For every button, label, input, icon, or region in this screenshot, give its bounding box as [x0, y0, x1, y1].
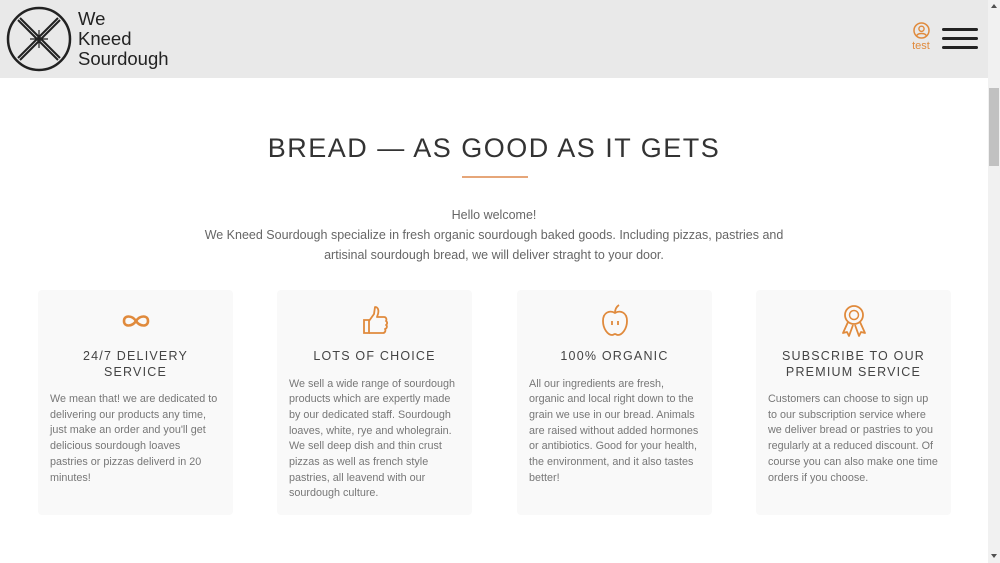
feature-text: All our ingredients are fresh, organic a… [529, 377, 699, 484]
apple-icon [601, 304, 628, 336]
account-button[interactable]: test [906, 22, 936, 52]
feature-card-delivery: 24/7 DELIVERY SERVICE We mean that! we a… [38, 290, 233, 515]
feature-card-organic: 100% ORGANIC All our ingredients are fre… [517, 290, 712, 515]
feature-text: We mean that! we are dedicated to delive… [50, 393, 218, 484]
feature-title: 100% ORGANIC [560, 349, 669, 363]
feature-card-choice: LOTS OF CHOICE We sell a wide range of s… [277, 290, 472, 515]
feature-title: 24/7 DELIVERY SERVICE [82, 349, 188, 379]
user-icon [912, 22, 930, 39]
intro-text: Hello welcome! We Kneed Sourdough specia… [190, 205, 798, 265]
page-title: BREAD — AS GOOD AS IT GETS [267, 133, 721, 163]
feature-text: We sell a wide range of sourdough produc… [289, 377, 456, 500]
infinity-icon [122, 315, 149, 327]
feature-title: LOTS OF CHOICE [313, 349, 436, 363]
feature-text: Customers can choose to sign up to our s… [768, 393, 938, 484]
brand-line-2: Kneed [78, 28, 132, 49]
intro-description: We Kneed Sourdough specialize in fresh o… [204, 228, 784, 262]
menu-icon[interactable] [942, 28, 978, 52]
intro-greeting: Hello welcome! [451, 208, 537, 222]
award-ribbon-icon [841, 305, 866, 337]
scroll-down-arrow-icon[interactable] [988, 551, 1000, 561]
feature-cards: 24/7 DELIVERY SERVICE We mean that! we a… [0, 290, 988, 515]
account-label: test [912, 40, 930, 52]
title-divider [462, 176, 528, 178]
scroll-up-arrow-icon[interactable] [988, 1, 1000, 11]
thumbs-up-icon [362, 306, 388, 334]
scrollbar-thumb[interactable] [989, 88, 999, 166]
brand-name[interactable]: We Kneed Sourdough [78, 9, 169, 69]
feature-title: SUBSCRIBE TO OUR PREMIUM SERVICE [781, 349, 926, 379]
brand-line-3: Sourdough [78, 48, 169, 69]
feature-card-subscribe: SUBSCRIBE TO OUR PREMIUM SERVICE Custome… [756, 290, 951, 515]
brand-line-1: We [78, 8, 106, 29]
site-header: We Kneed Sourdough test [0, 0, 988, 78]
logo-icon[interactable] [6, 6, 72, 72]
vertical-scrollbar[interactable] [988, 0, 1000, 563]
